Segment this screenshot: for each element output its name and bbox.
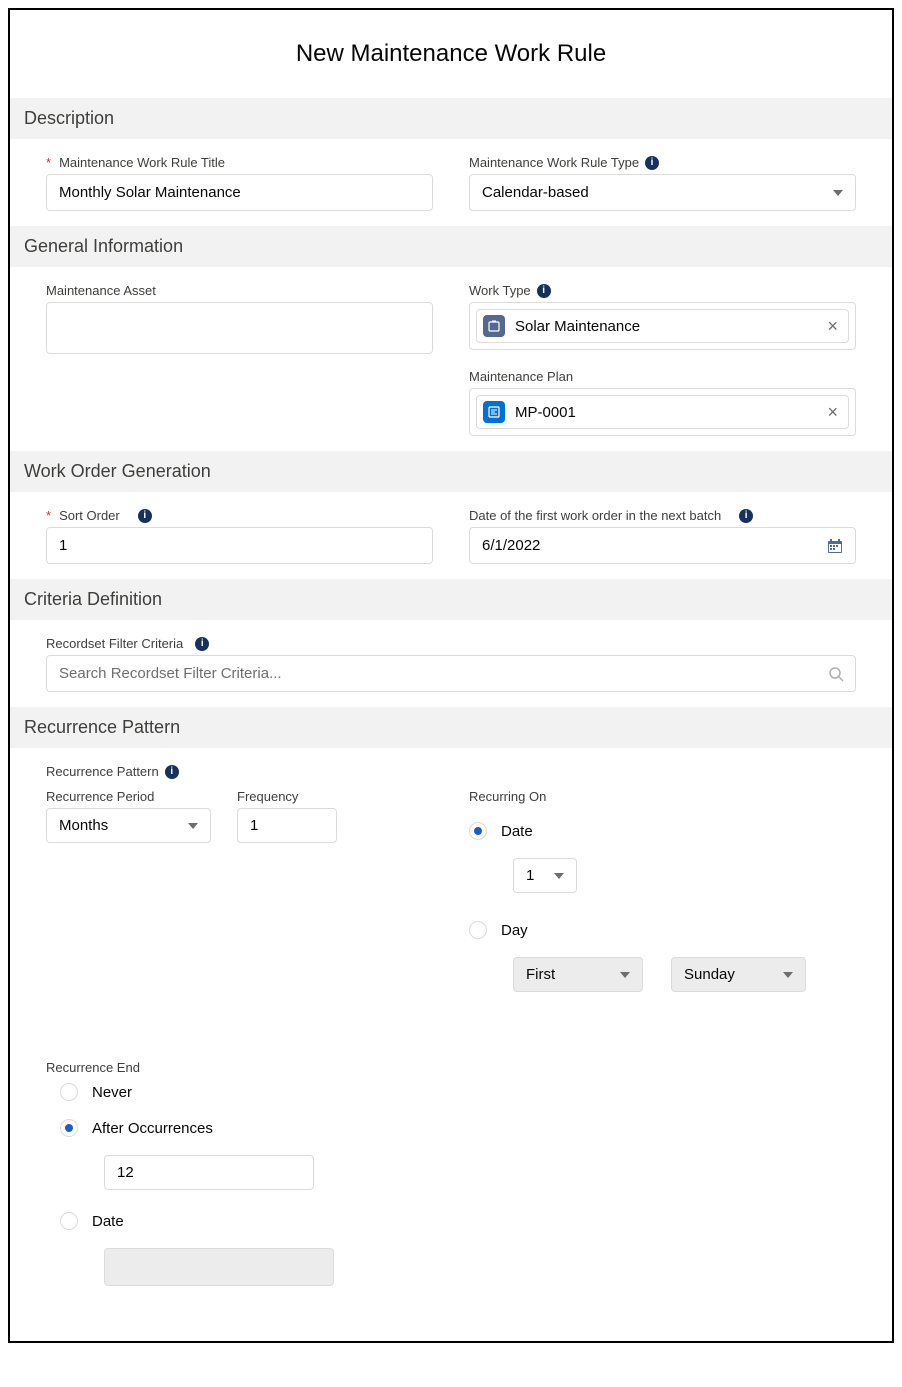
criteria-label: Recordset Filter Criteria i: [46, 636, 209, 651]
plan-icon: [483, 401, 505, 423]
after-occurrences-input[interactable]: [104, 1155, 314, 1190]
search-icon: [828, 666, 844, 682]
section-header-wog: Work Order Generation: [10, 451, 892, 492]
work-type-lookup[interactable]: Solar Maintenance ×: [469, 302, 856, 350]
recurring-date-radio[interactable]: [469, 822, 487, 840]
info-icon[interactable]: i: [537, 284, 551, 298]
section-header-recurrence: Recurrence Pattern: [10, 707, 892, 748]
end-after-label: After Occurrences: [92, 1120, 213, 1137]
type-label: Maintenance Work Rule Type i: [469, 155, 659, 170]
end-date-radio[interactable]: [60, 1212, 78, 1230]
calendar-icon[interactable]: [827, 538, 843, 554]
info-icon[interactable]: i: [645, 156, 659, 170]
chevron-down-icon: [783, 972, 793, 978]
chevron-down-icon: [188, 823, 198, 829]
work-type-label: Work Type i: [469, 283, 551, 298]
info-icon[interactable]: i: [739, 509, 753, 523]
end-after-radio[interactable]: [60, 1119, 78, 1137]
info-icon[interactable]: i: [195, 637, 209, 651]
section-header-description: Description: [10, 98, 892, 139]
sort-input[interactable]: [46, 527, 433, 564]
recurring-on-label: Recurring On: [469, 789, 856, 804]
end-date-label: Date: [92, 1213, 124, 1230]
section-header-criteria: Criteria Definition: [10, 579, 892, 620]
remove-work-type-icon[interactable]: ×: [827, 317, 838, 335]
info-icon[interactable]: i: [138, 509, 152, 523]
plan-lookup[interactable]: MP-0001 ×: [469, 388, 856, 436]
end-never-radio[interactable]: [60, 1083, 78, 1101]
plan-pill: MP-0001 ×: [476, 395, 849, 429]
type-select[interactable]: Calendar-based: [469, 174, 856, 211]
plan-label: Maintenance Plan: [469, 369, 573, 384]
remove-plan-icon[interactable]: ×: [827, 403, 838, 421]
first-date-input[interactable]: 6/1/2022: [469, 527, 856, 564]
end-date-input[interactable]: [104, 1248, 334, 1286]
chevron-down-icon: [833, 190, 843, 196]
section-header-general: General Information: [10, 226, 892, 267]
day-weekday-select[interactable]: Sunday: [671, 957, 806, 992]
period-select[interactable]: Months: [46, 808, 211, 843]
chevron-down-icon: [554, 873, 564, 879]
recurring-day-label: Day: [501, 922, 528, 939]
day-ordinal-select[interactable]: First: [513, 957, 643, 992]
asset-label: Maintenance Asset: [46, 283, 156, 298]
pattern-label: Recurrence Pattern i: [46, 764, 179, 779]
recurring-day-radio[interactable]: [469, 921, 487, 939]
work-type-icon: [483, 315, 505, 337]
title-input[interactable]: [46, 174, 433, 211]
frequency-label: Frequency: [237, 789, 337, 804]
sort-label: *Sort Order i: [46, 508, 152, 523]
recurrence-end-label: Recurrence End: [46, 1060, 856, 1075]
first-date-label: Date of the first work order in the next…: [469, 508, 753, 523]
end-never-label: Never: [92, 1084, 132, 1101]
recurring-date-value-select[interactable]: 1: [513, 858, 577, 893]
frequency-input[interactable]: [237, 808, 337, 843]
page-title: New Maintenance Work Rule: [10, 30, 892, 78]
chevron-down-icon: [620, 972, 630, 978]
info-icon[interactable]: i: [165, 765, 179, 779]
work-type-pill: Solar Maintenance ×: [476, 309, 849, 343]
recurring-date-label: Date: [501, 823, 533, 840]
asset-lookup[interactable]: [46, 302, 433, 354]
criteria-search[interactable]: [46, 655, 856, 692]
title-label: *Maintenance Work Rule Title: [46, 155, 225, 170]
period-label: Recurrence Period: [46, 789, 211, 804]
